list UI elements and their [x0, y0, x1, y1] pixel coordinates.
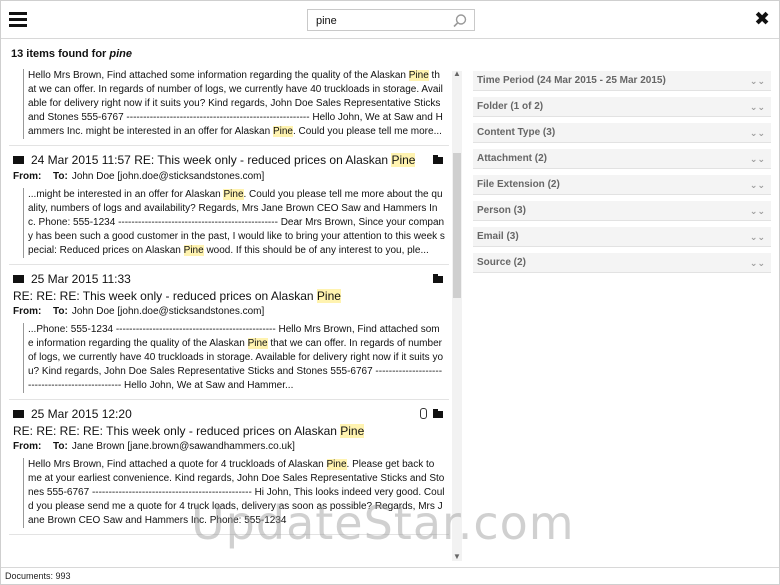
- attachment-icon[interactable]: [420, 408, 427, 419]
- result-header: 24 Mar 2015 11:57 RE: This week only - r…: [13, 152, 445, 169]
- search-highlight: Pine: [223, 189, 244, 200]
- search-highlight: Pine: [183, 245, 204, 256]
- subject-text: RE: RE: RE: RE: This week only - reduced…: [13, 424, 341, 438]
- chevron-down-icon[interactable]: ⌄⌄: [750, 71, 765, 91]
- facet-panel: Time Period (24 Mar 2015 - 25 Mar 2015) ⌄…: [473, 71, 771, 279]
- result-item[interactable]: Hello Mrs Brown, Find attached some info…: [9, 69, 449, 146]
- result-snippet: ...Phone: 555-1234 ---------------------…: [23, 323, 445, 393]
- chevron-down-icon[interactable]: ⌄⌄: [750, 123, 765, 143]
- close-icon[interactable]: ✖: [754, 10, 770, 29]
- results-count: 13 items found for pine: [11, 48, 133, 60]
- result-snippet: Hello Mrs Brown, Find attached a quote f…: [23, 458, 445, 528]
- to-label: To:: [53, 441, 68, 452]
- mail-icon: [13, 274, 24, 283]
- facet-header[interactable]: Person (3) ⌄⌄: [473, 201, 771, 221]
- facet-header[interactable]: File Extension (2) ⌄⌄: [473, 175, 771, 195]
- document-count: Documents: 993: [5, 571, 71, 581]
- scroll-down-icon[interactable]: ▼: [453, 552, 461, 561]
- result-subject[interactable]: RE: This week only - reduced prices on A…: [134, 153, 391, 167]
- hamburger-menu-icon[interactable]: [9, 12, 27, 27]
- result-meta: From: To: Jane Brown [jane.brown@sawandham…: [13, 440, 445, 454]
- chevron-down-icon[interactable]: ⌄⌄: [750, 97, 765, 117]
- result-header: 25 Mar 2015 11:33: [13, 271, 445, 288]
- search-highlight: Pine: [408, 70, 429, 81]
- search-icon[interactable]: [452, 13, 468, 29]
- result-snippet: Hello Mrs Brown, Find attached some info…: [23, 69, 445, 139]
- chevron-down-icon[interactable]: ⌄⌄: [750, 175, 765, 195]
- folder-icon[interactable]: [433, 155, 443, 164]
- facet-header[interactable]: Folder (1 of 2) ⌄⌄: [473, 97, 771, 117]
- subject-highlight: Pine: [340, 424, 365, 438]
- search-box[interactable]: [307, 9, 475, 31]
- recipient: John Doe [john.doe@sticksandstones.com]: [71, 306, 265, 317]
- facet-label: Time Period (24 Mar 2015 - 25 Mar 2015): [477, 75, 666, 86]
- result-date: 25 Mar 2015 12:20: [31, 407, 132, 421]
- result-item[interactable]: 25 Mar 2015 11:33 RE: RE: RE: This week o…: [9, 271, 449, 400]
- facet-header[interactable]: Source (2) ⌄⌄: [473, 253, 771, 273]
- from-label: From:: [13, 441, 42, 452]
- from-label: From:: [13, 171, 42, 182]
- facet-label: Content Type (3): [477, 127, 556, 138]
- facet-label: Person (3): [477, 205, 526, 216]
- mail-icon: [13, 409, 24, 418]
- scroll-up-icon[interactable]: ▲: [453, 69, 461, 78]
- results-scrollbar[interactable]: ▲ ▼: [452, 69, 462, 561]
- mail-icon: [13, 155, 24, 164]
- from-label: From:: [13, 306, 42, 317]
- folder-icon[interactable]: [433, 274, 443, 283]
- facet-header[interactable]: Content Type (3) ⌄⌄: [473, 123, 771, 143]
- subject-highlight: Pine: [391, 153, 416, 167]
- chevron-down-icon[interactable]: ⌄⌄: [750, 201, 765, 221]
- search-highlight: Pine: [326, 459, 347, 470]
- results-list[interactable]: Hello Mrs Brown, Find attached some info…: [9, 65, 449, 563]
- chevron-down-icon[interactable]: ⌄⌄: [750, 149, 765, 169]
- result-item[interactable]: 24 Mar 2015 11:57 RE: This week only - r…: [9, 152, 449, 265]
- search-highlight: Pine: [272, 126, 293, 137]
- facet-header[interactable]: Attachment (2) ⌄⌄: [473, 149, 771, 169]
- result-date: 24 Mar 2015 11:57: [31, 153, 131, 167]
- results-query: pine: [109, 48, 133, 60]
- result-header: 25 Mar 2015 12:20: [13, 406, 445, 423]
- result-subject[interactable]: RE: RE: RE: This week only - reduced pri…: [13, 288, 445, 304]
- result-meta: From: To: John Doe [john.doe@sticksandston…: [13, 170, 445, 184]
- status-bar: Documents: 993: [1, 567, 779, 584]
- scrollbar-thumb[interactable]: [453, 153, 461, 298]
- chevron-down-icon[interactable]: ⌄⌄: [750, 227, 765, 247]
- top-toolbar: ✖: [1, 1, 779, 39]
- search-highlight: Pine: [247, 338, 268, 349]
- facet-label: Folder (1 of 2): [477, 101, 544, 112]
- folder-icon[interactable]: [433, 409, 443, 418]
- to-label: To:: [53, 171, 68, 182]
- subject-highlight: Pine: [316, 289, 341, 303]
- facet-label: Email (3): [477, 231, 519, 242]
- facet-label: File Extension (2): [477, 179, 560, 190]
- facet-label: Source (2): [477, 257, 526, 268]
- facet-header[interactable]: Email (3) ⌄⌄: [473, 227, 771, 247]
- result-snippet: ...might be interested in an offer for A…: [23, 188, 445, 258]
- result-meta: From: To: John Doe [john.doe@sticksandston…: [13, 305, 445, 319]
- facet-label: Attachment (2): [477, 153, 548, 164]
- result-item[interactable]: 25 Mar 2015 12:20 RE: RE: RE: RE: This we…: [9, 406, 449, 535]
- result-subject[interactable]: RE: RE: RE: RE: This week only - reduced…: [13, 423, 445, 439]
- facet-header[interactable]: Time Period (24 Mar 2015 - 25 Mar 2015) ⌄…: [473, 71, 771, 91]
- subject-text: RE: RE: RE: This week only - reduced pri…: [13, 289, 317, 303]
- search-input[interactable]: [316, 13, 446, 28]
- chevron-down-icon[interactable]: ⌄⌄: [750, 253, 765, 273]
- result-date: 25 Mar 2015 11:33: [31, 272, 131, 286]
- recipient: John Doe [john.doe@sticksandstones.com]: [71, 171, 265, 182]
- recipient: Jane Brown [jane.brown@sawandhammers.co.…: [71, 441, 295, 452]
- to-label: To:: [53, 306, 68, 317]
